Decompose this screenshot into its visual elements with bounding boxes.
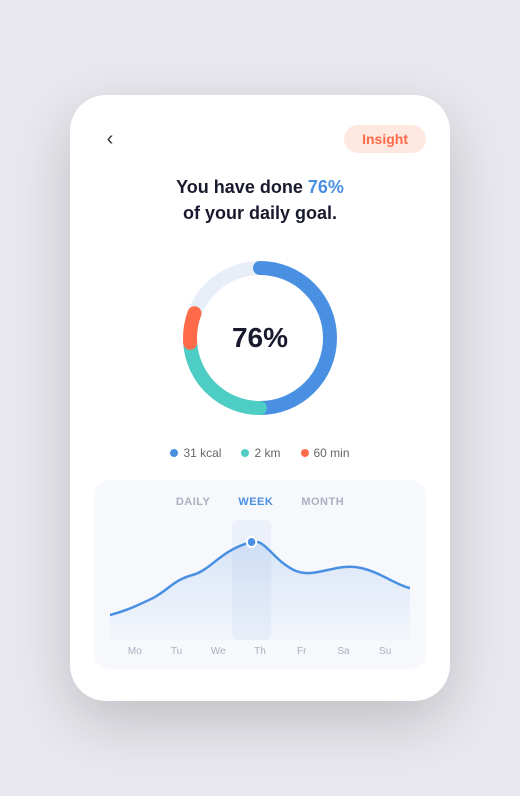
goal-text-before: You have done xyxy=(176,177,308,197)
goal-text-after: of your daily goal. xyxy=(183,203,337,223)
legend: 31 kcal 2 km 60 min xyxy=(94,446,426,460)
chart-svg xyxy=(110,520,410,640)
chart-container: DAILY WEEK MONTH xyxy=(94,480,426,669)
legend-item-km: 2 km xyxy=(241,446,280,460)
chart-label-mo: Mo xyxy=(114,646,156,657)
legend-item-min: 60 min xyxy=(301,446,350,460)
legend-label-kcal: 31 kcal xyxy=(183,446,221,460)
legend-label-km: 2 km xyxy=(254,446,280,460)
chart-labels: Mo Tu We Th Fr Sa Su xyxy=(110,646,410,657)
goal-title: You have done 76% of your daily goal. xyxy=(94,175,426,225)
insight-button[interactable]: Insight xyxy=(344,125,426,153)
tab-daily[interactable]: DAILY xyxy=(176,496,211,508)
chart-tabs: DAILY WEEK MONTH xyxy=(110,496,410,508)
donut-chart: 76% xyxy=(94,248,426,428)
legend-dot-min xyxy=(301,449,309,457)
tab-week[interactable]: WEEK xyxy=(238,496,273,508)
legend-dot-km xyxy=(241,449,249,457)
legend-item-kcal: 31 kcal xyxy=(170,446,221,460)
phone-card: ‹ Insight You have done 76% of your dail… xyxy=(70,95,450,700)
header: ‹ Insight xyxy=(94,123,426,155)
goal-percentage: 76% xyxy=(308,177,344,197)
donut-center-label: 76% xyxy=(232,322,288,354)
chart-label-su: Su xyxy=(364,646,406,657)
chart-label-sa: Sa xyxy=(323,646,365,657)
chart-label-th: Th xyxy=(239,646,281,657)
legend-dot-kcal xyxy=(170,449,178,457)
legend-label-min: 60 min xyxy=(314,446,350,460)
back-button[interactable]: ‹ xyxy=(94,123,126,155)
chart-label-we: We xyxy=(197,646,239,657)
chart-area xyxy=(110,520,410,640)
tab-month[interactable]: MONTH xyxy=(301,496,344,508)
chart-label-tu: Tu xyxy=(156,646,198,657)
chart-label-fr: Fr xyxy=(281,646,323,657)
